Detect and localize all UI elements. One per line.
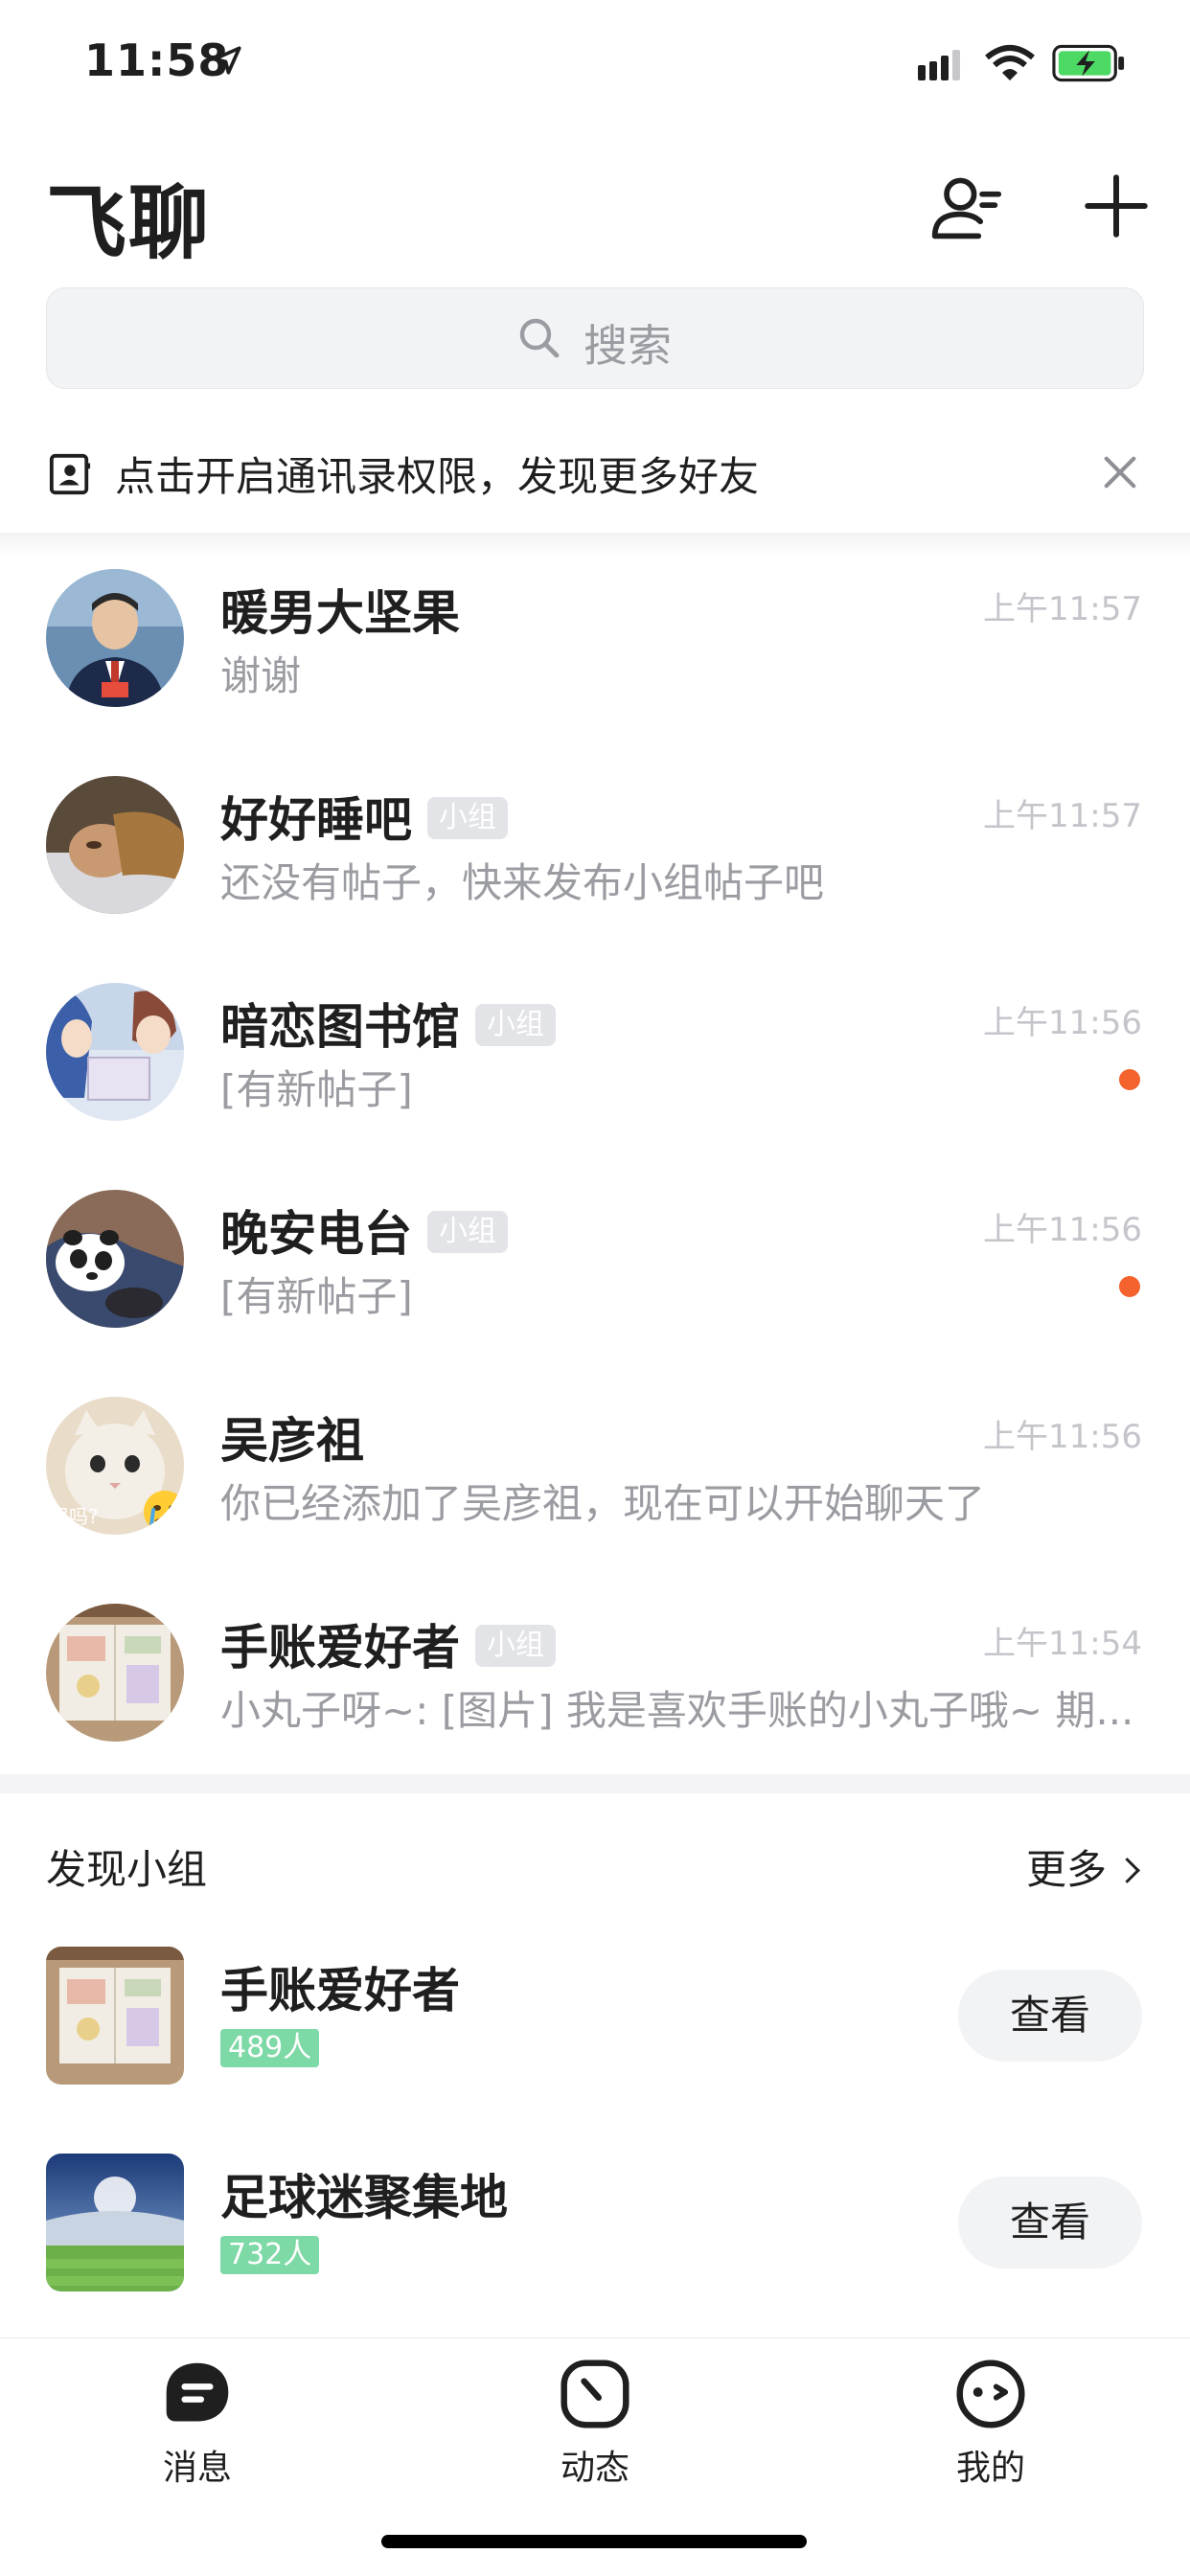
chat-time: 上午11:56	[983, 1211, 1142, 1249]
chat-preview: 谢谢	[220, 652, 302, 699]
unread-dot	[1119, 1069, 1140, 1090]
avatar	[46, 776, 184, 914]
tab-label: 消息	[162, 2449, 232, 2488]
chat-name: 手账爱好者 小组	[220, 1609, 556, 1678]
home-indicator	[381, 2535, 807, 2548]
chat-preview: 小丸子呀~: [图片] 我是喜欢手账的小丸子哦~ 期...	[220, 1687, 1134, 1734]
close-icon[interactable]	[1102, 454, 1138, 490]
avatar	[46, 1604, 184, 1742]
group-badge: 小组	[475, 1003, 556, 1046]
chat-name: 好好睡吧 小组	[220, 782, 508, 851]
chat-list-item[interactable]: 手账爱好者 小组 小丸子呀~: [图片] 我是喜欢手账的小丸子哦~ 期... 上午…	[0, 1583, 1190, 1790]
avatar-caption: 居吗?	[50, 1505, 99, 1528]
chat-name: 吴彦祖	[220, 1413, 364, 1469]
chevron-right-icon	[1114, 1858, 1140, 1883]
status-time: 11:58	[84, 34, 230, 86]
permission-text: 点击开启通讯录权限，发现更多好友	[115, 453, 760, 500]
group-thumbnail	[46, 1947, 184, 2085]
chat-time: 上午11:57	[983, 797, 1142, 835]
user-list-icon[interactable]	[929, 171, 1002, 243]
chat-preview: 你已经添加了吴彦祖，现在可以开始聊天了	[220, 1480, 986, 1527]
group-name: 足球迷聚集地	[220, 2170, 508, 2225]
discover-more-link[interactable]: 更多	[1026, 1837, 1140, 1896]
clock-icon	[561, 2359, 629, 2428]
avatar: 居吗?	[46, 1397, 184, 1535]
section-divider	[0, 1774, 1190, 1793]
chat-time: 上午11:54	[983, 1625, 1142, 1663]
tab-label: 动态	[560, 2449, 629, 2488]
contacts-permission-banner[interactable]: 点击开启通讯录权限，发现更多好友	[0, 412, 1190, 535]
plus-icon[interactable]	[1083, 172, 1150, 239]
unread-dot	[1119, 1276, 1140, 1297]
face-icon	[956, 2359, 1025, 2428]
chat-preview: [有新帖子]	[220, 1273, 413, 1320]
chat-name: 暗恋图书馆 小组	[220, 989, 556, 1058]
group-thumbnail	[46, 2154, 184, 2291]
view-group-button[interactable]: 查看	[958, 2177, 1142, 2268]
chat-list-item[interactable]: 居吗? 吴彦祖 你已经添加了吴彦祖，现在可以开始聊天了 上午11:56	[0, 1376, 1190, 1583]
search-icon	[519, 318, 560, 358]
location-arrow-icon	[213, 46, 241, 75]
chat-time: 上午11:56	[983, 1004, 1142, 1042]
chat-bubble-icon	[166, 2362, 229, 2422]
chat-time: 上午11:56	[983, 1418, 1142, 1456]
chat-preview: 还没有帖子，快来发布小组帖子吧	[220, 859, 825, 906]
avatar	[46, 569, 184, 707]
tab-feed[interactable]: 动态	[499, 2358, 691, 2492]
chat-list-item[interactable]: 暖男大坚果 谢谢 上午11:57	[0, 548, 1190, 755]
chat-name: 暖男大坚果	[220, 585, 460, 641]
cellular-signal-icon	[918, 50, 960, 80]
tab-label: 我的	[955, 2449, 1025, 2488]
chat-preview: [有新帖子]	[220, 1066, 413, 1113]
group-list-item[interactable]: 手账爱好者 489人 查看	[0, 1927, 1190, 2119]
battery-charging-icon	[1052, 44, 1125, 82]
chat-time: 上午11:57	[983, 590, 1142, 628]
group-list-item[interactable]: 足球迷聚集地 732人 查看	[0, 2134, 1190, 2326]
search-input[interactable]: 搜索	[46, 287, 1144, 389]
page-title: 飞聊	[46, 176, 212, 270]
tab-profile[interactable]: 我的	[895, 2358, 1087, 2492]
chat-list-item[interactable]: 好好睡吧 小组 还没有帖子，快来发布小组帖子吧 上午11:57	[0, 755, 1190, 962]
group-badge: 小组	[475, 1624, 556, 1667]
tab-messages[interactable]: 消息	[102, 2358, 293, 2492]
discover-section-title: 发现小组	[46, 1846, 208, 1893]
chat-name: 晚安电台 小组	[220, 1196, 508, 1265]
wifi-icon	[985, 45, 1035, 80]
chat-list-item[interactable]: 晚安电台 小组 [有新帖子] 上午11:56	[0, 1169, 1190, 1376]
member-count-badge: 732人	[220, 2236, 320, 2274]
group-name: 手账爱好者	[220, 1963, 460, 2018]
member-count-badge: 489人	[220, 2029, 320, 2067]
status-bar: 11:58	[0, 0, 1190, 125]
search-placeholder: 搜索	[584, 320, 672, 372]
group-badge: 小组	[427, 796, 508, 839]
chat-list-item[interactable]: 暗恋图书馆 小组 [有新帖子] 上午11:56	[0, 962, 1190, 1169]
group-badge: 小组	[427, 1210, 508, 1253]
view-group-button[interactable]: 查看	[958, 1970, 1142, 2062]
avatar	[46, 983, 184, 1121]
contact-book-icon	[49, 453, 91, 495]
avatar	[46, 1190, 184, 1328]
